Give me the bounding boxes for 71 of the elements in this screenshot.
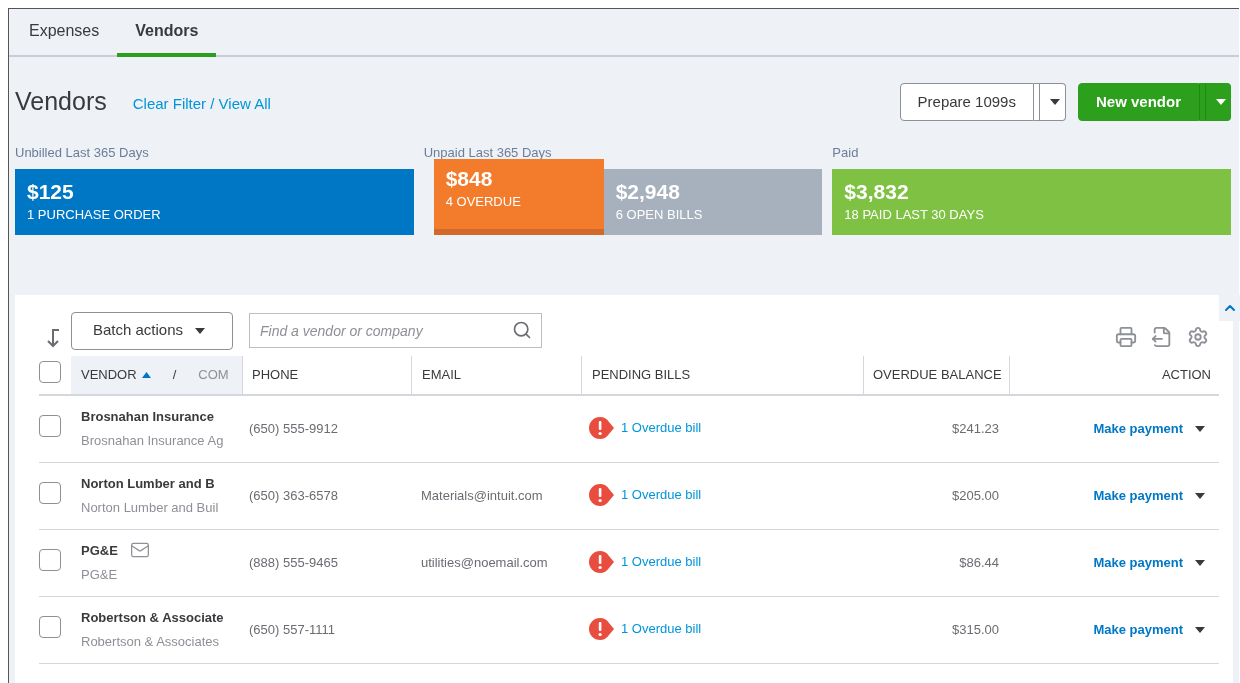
prepare-1099-button[interactable]: Prepare 1099s [899, 83, 1034, 121]
summary-amount: $848 [445, 165, 494, 192]
make-payment-link[interactable]: Make payment [1093, 552, 1183, 573]
company-name: Norton Lumber and Buil [81, 499, 220, 517]
summary-label: 1 PURCHASE ORDER [27, 205, 162, 224]
checkbox[interactable] [39, 414, 61, 437]
checkbox[interactable] [39, 615, 61, 638]
summary-block[interactable]: $125 1 PURCHASE ORDER [15, 168, 414, 235]
table-cell: $205.00 [952, 487, 999, 503]
search-field[interactable]: Find a vendor or company [249, 313, 542, 348]
summary-label: 18 PAID LAST 30 DAYS [844, 205, 985, 224]
tab[interactable]: Expenses [11, 9, 118, 57]
summary-label: 4 OVERDUE [445, 192, 522, 211]
export-icon[interactable] [1151, 325, 1173, 348]
summary-caption: Paid [832, 144, 860, 162]
make-payment-link[interactable]: Make payment [1093, 418, 1183, 439]
caret-icon [195, 327, 206, 334]
summary-amount: $3,832 [844, 178, 910, 205]
sort-arrow-icon [45, 327, 61, 348]
company-name: Robertson & Associates [81, 633, 221, 651]
table-cell: utilities@noemail.com [421, 554, 548, 570]
table-cell: (888) 555-9465 [249, 554, 338, 570]
summary-amount: $125 [27, 178, 75, 205]
checkbox[interactable] [39, 481, 61, 504]
alert-icon [589, 550, 615, 573]
vendor-name[interactable]: Robertson & Associate [81, 607, 224, 627]
column-header[interactable]: / [172, 364, 177, 385]
summary-amount: $2,948 [615, 178, 681, 205]
caret-icon [1195, 425, 1205, 432]
vendor-name[interactable]: Norton Lumber and B [81, 473, 215, 493]
checkbox[interactable] [39, 548, 61, 571]
make-payment-link[interactable]: Make payment [1093, 485, 1183, 506]
caret-icon [1195, 492, 1205, 499]
sort-ascending-icon [141, 371, 151, 378]
vendor-name[interactable]: PG&E [81, 540, 118, 560]
table-cell: $241.23 [952, 420, 999, 436]
column-header[interactable]: ACTION [1161, 364, 1211, 385]
caret-icon [1195, 626, 1205, 633]
vendor-name[interactable]: Brosnahan Insurance [81, 406, 214, 426]
tab[interactable]: Vendors [117, 9, 217, 57]
search-icon [512, 320, 532, 340]
alert-icon [589, 483, 615, 506]
dropdown-button[interactable] [1199, 83, 1231, 121]
company-name: Brosnahan Insurance Ag [81, 432, 225, 450]
collapse-button[interactable] [1219, 294, 1240, 321]
table-cell: $86.44 [959, 554, 999, 570]
table-cell: (650) 557-1111 [249, 621, 335, 637]
make-payment-link[interactable]: Make payment [1093, 619, 1183, 640]
table-cell: $315.00 [952, 621, 999, 637]
table-cell: Materials@intuit.com [421, 487, 543, 503]
column-header[interactable]: PENDING BILLS [592, 364, 691, 385]
table-cell: (650) 555-9912 [249, 420, 338, 436]
checkbox[interactable] [39, 360, 61, 383]
summary-label: 6 OPEN BILLS [615, 205, 704, 224]
table-cell: (650) 363-6578 [249, 487, 338, 503]
caret-icon [1195, 559, 1205, 566]
print-icon[interactable] [1115, 325, 1137, 348]
column-header[interactable]: EMAIL [422, 364, 461, 385]
caret-icon [1049, 99, 1060, 105]
page-title: Vendors [15, 86, 107, 118]
column-header[interactable]: OVERDUE BALANCE [873, 364, 1002, 385]
alert-icon [589, 416, 615, 439]
column-header[interactable]: VENDOR [81, 364, 151, 385]
summary-caption: Unbilled Last 365 Days [15, 144, 150, 162]
company-name: PG&E [81, 566, 119, 585]
settings-icon[interactable] [1187, 325, 1209, 348]
dropdown-button[interactable] [1033, 83, 1066, 121]
alert-icon [589, 617, 615, 640]
caret-icon [1215, 99, 1226, 105]
batch-actions-button[interactable]: Batch actions [71, 311, 233, 350]
column-header[interactable]: PHONE [252, 364, 299, 385]
